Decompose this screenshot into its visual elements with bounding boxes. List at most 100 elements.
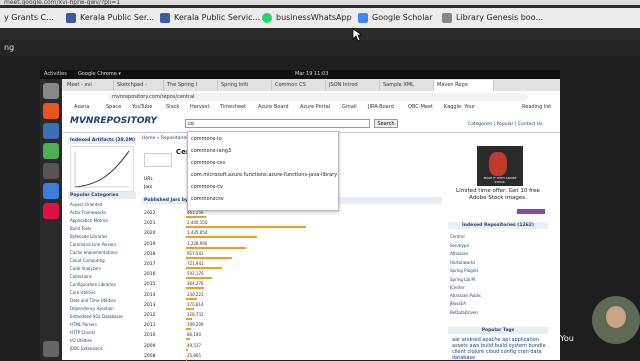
chrome-tab-strip: Meet - xvi Sketchpad - The Spring I Spri… — [62, 79, 560, 91]
bookmark-scholar[interactable]: Google Scholar — [358, 8, 433, 28]
bookmark-label: Kerala Public Servic... — [174, 13, 261, 22]
search-button[interactable]: Search — [374, 119, 398, 128]
category-item[interactable]: HTTP Clients — [70, 330, 95, 335]
clock[interactable]: Mar 19 11:03 — [295, 70, 328, 79]
top-links[interactable]: Categories | Popular | Contact Us — [468, 122, 542, 127]
bookmark-whatsapp[interactable]: businessWhatsApp — [262, 8, 352, 28]
category-item[interactable]: Embedded SQL Databases — [70, 314, 123, 319]
category-item[interactable]: Command Line Parsers — [70, 242, 116, 247]
repo-link[interactable]: BeDataDriven — [450, 310, 478, 315]
bm-reading-list[interactable]: Reading list — [522, 102, 551, 112]
tab-spring-init[interactable]: Spring Initi — [218, 80, 272, 91]
bookmark-label: Google Scholar — [372, 13, 433, 22]
repo-link[interactable]: Central — [450, 234, 465, 239]
category-item[interactable]: Build Tools — [70, 226, 91, 231]
category-item[interactable]: Application Metrics — [70, 218, 108, 223]
activities-button[interactable]: Activities — [44, 70, 67, 79]
bm-azure-portal[interactable]: Azure Portal — [300, 102, 330, 112]
suggestion-item[interactable]: commons-io — [191, 136, 222, 142]
tab-json[interactable]: JSON Introd — [326, 80, 380, 91]
category-item[interactable]: Actor Frameworks — [70, 210, 106, 215]
repo-link[interactable]: Sonatype — [450, 243, 469, 248]
year-count: 1,228,990 — [187, 240, 208, 246]
search-input[interactable]: co — [185, 119, 370, 128]
self-view-avatar[interactable] — [592, 296, 640, 344]
year-label: 2014 — [144, 292, 156, 298]
bm-asana[interactable]: Asana — [74, 102, 89, 112]
bookmark-libgen[interactable]: Library Genesis boo... — [442, 8, 543, 28]
year-count: 2,440,150 — [187, 220, 208, 226]
adobe-ad-image[interactable]: MAKE IT WITH ADOBE STOCK. — [477, 146, 523, 186]
bookmark-kpsc-2[interactable]: Kerala Public Servic... — [160, 8, 260, 28]
repo-link[interactable]: JBossEA — [450, 301, 466, 306]
bm-space[interactable]: Space — [106, 102, 121, 112]
category-item[interactable]: Bytecode Libraries — [70, 234, 107, 239]
ad-button[interactable] — [517, 209, 545, 214]
category-item[interactable]: Configuration Libraries — [70, 282, 116, 287]
category-item[interactable]: Cloud Computing — [70, 258, 105, 263]
category-item[interactable]: HTML Parsers — [70, 322, 97, 327]
bm-qbc-meet[interactable]: QBC-Meet — [408, 102, 433, 112]
repo-link[interactable]: Spring Lib M — [450, 277, 475, 282]
address-bar[interactable]: mvnrepository.com/repos/central — [108, 93, 528, 101]
repo-link[interactable]: Atlassian Public — [450, 293, 481, 298]
ad-text[interactable]: Limited time offer: Get 10 free Adobe St… — [450, 188, 546, 202]
bookmark-label: y Grants C... — [4, 13, 54, 22]
suggestion-item[interactable]: com.microsoft.azure.functions:azure-func… — [191, 172, 337, 178]
repo-link[interactable]: Hortonworks — [450, 260, 475, 265]
bm-azure-board[interactable]: Azure Board — [258, 102, 289, 112]
central-logo — [144, 153, 172, 167]
category-item[interactable]: Aspect Oriented — [70, 202, 102, 207]
tab-sketchpad[interactable]: Sketchpad - — [114, 80, 164, 91]
suggestion-item[interactable]: commons-lang3 — [191, 148, 231, 154]
repo-link[interactable]: Atlassian — [450, 251, 468, 256]
sublime-icon[interactable] — [43, 103, 59, 119]
category-item[interactable]: JDBC Extensions — [70, 346, 103, 351]
bookmark-grants[interactable]: y Grants C... — [4, 8, 54, 28]
bm-slack[interactable]: Slack — [166, 102, 179, 112]
ad-portrait — [489, 152, 507, 176]
word-icon[interactable] — [43, 123, 59, 139]
bm-youtube[interactable]: YouTube — [132, 102, 152, 112]
app-grid-icon[interactable] — [43, 341, 59, 357]
tab-sample-xml[interactable]: Sample XML — [380, 80, 434, 91]
files-icon[interactable] — [43, 83, 59, 99]
terminal-icon[interactable] — [43, 163, 59, 179]
mvn-logo[interactable]: MVNREPOSITORY — [70, 116, 157, 126]
suggestion-item[interactable]: commons-cv — [191, 184, 223, 190]
repo-link[interactable]: JCenter — [450, 285, 465, 290]
category-item[interactable]: Core Utilities — [70, 290, 96, 295]
bm-harvest[interactable]: Harvest — [190, 102, 209, 112]
year-count: 170,814 — [187, 301, 204, 307]
repo-link[interactable]: Spring Plugins — [450, 268, 479, 273]
bm-gmail[interactable]: Gmail — [342, 102, 357, 112]
category-item[interactable]: I/O Utilities — [70, 338, 92, 343]
bookmark-kpsc-1[interactable]: Kerala Public Ser... — [66, 8, 154, 28]
trend-curve — [74, 150, 130, 188]
category-item[interactable]: Collections — [70, 274, 92, 279]
app-menu[interactable]: Google Chrome ▾ — [78, 70, 121, 79]
tab-maven[interactable]: Maven Repo — [434, 80, 494, 91]
tab-meet[interactable]: Meet - xvi — [64, 80, 114, 91]
category-item[interactable]: Code Analyzers — [70, 266, 101, 271]
category-item[interactable]: Dependency Injection — [70, 306, 114, 311]
year-bar — [186, 287, 204, 290]
help-icon[interactable] — [43, 203, 59, 219]
outer-url-bar[interactable]: meet.google.com/xvi-hprw-qwv/?pli=1 — [0, 0, 640, 5]
vscode-icon[interactable] — [43, 183, 59, 199]
year-label: 2017 — [144, 262, 156, 267]
suggestion-item[interactable]: commons-csv — [191, 160, 226, 166]
tag-cloud[interactable]: aar android apache api application asset… — [452, 337, 548, 361]
chrome-icon[interactable] — [43, 143, 59, 159]
bm-jira[interactable]: JIRA-Board — [368, 102, 394, 112]
suggestion-item[interactable]: commonscsv — [191, 196, 224, 202]
tab-commons-csv[interactable]: Common CS — [272, 80, 326, 91]
year-count: 1,435,854 — [187, 230, 208, 236]
category-item[interactable]: Date and Time Utilities — [70, 298, 116, 303]
year-label: 2010 — [144, 333, 156, 339]
year-label: 2013 — [144, 302, 156, 308]
category-item[interactable]: Cache Implementations — [70, 250, 118, 255]
bm-timesheet[interactable]: Timesheet — [220, 102, 246, 112]
tab-spring[interactable]: The Spring I — [164, 80, 218, 91]
bm-kaggle[interactable]: Kaggle: Your — [444, 102, 475, 112]
